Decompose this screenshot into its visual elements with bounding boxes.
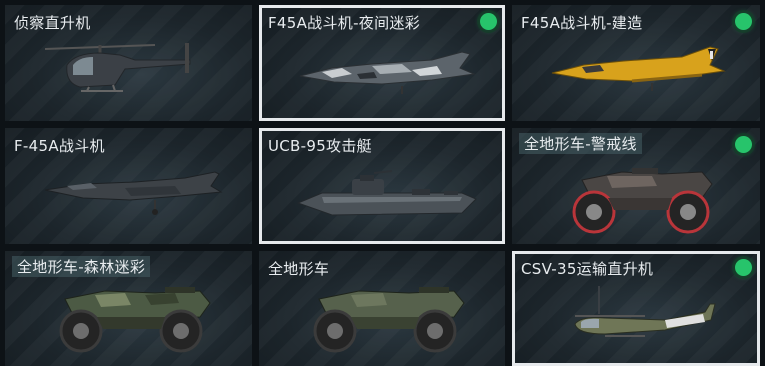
vehicle-card-atv-caution[interactable]: 全地形车-警戒线 [512,128,760,244]
vehicle-label: F-45A战斗机 [14,137,105,155]
vehicle-card-ucb95-attack-boat[interactable]: UCB-95攻击艇 [259,128,505,244]
vehicle-card-atv[interactable]: 全地形车 [259,251,505,366]
equipped-indicator-icon [735,259,752,276]
vehicle-card-f45a-night-camo[interactable]: F45A战斗机-夜间迷彩 [259,5,505,121]
vehicle-label: UCB-95攻击艇 [268,137,372,155]
equipped-indicator-icon [735,136,752,153]
vehicle-card-atv-forest-camo[interactable]: 全地形车-森林迷彩 [5,251,252,366]
vehicle-label: CSV-35运输直升机 [521,260,654,278]
vehicle-card-csv35-transport-helicopter[interactable]: CSV-35运输直升机 [512,251,760,366]
vehicle-label: 侦察直升机 [14,14,91,32]
equipped-indicator-icon [735,13,752,30]
vehicle-card-f45a[interactable]: F-45A战斗机 [5,128,252,244]
vehicle-grid: 侦察直升机 F45A战斗机-夜间迷彩 F45A战斗机-建造 F-45A战斗机 U… [0,0,765,366]
vehicle-label: F45A战斗机-建造 [521,14,643,32]
vehicle-label: 全地形车-森林迷彩 [12,256,151,277]
vehicle-label: F45A战斗机-夜间迷彩 [268,14,420,32]
equipped-indicator-icon [480,13,497,30]
vehicle-label: 全地形车-警戒线 [519,133,642,154]
vehicle-label: 全地形车 [268,260,330,278]
vehicle-card-f45a-construction[interactable]: F45A战斗机-建造 [512,5,760,121]
vehicle-card-scout-helicopter[interactable]: 侦察直升机 [5,5,252,121]
